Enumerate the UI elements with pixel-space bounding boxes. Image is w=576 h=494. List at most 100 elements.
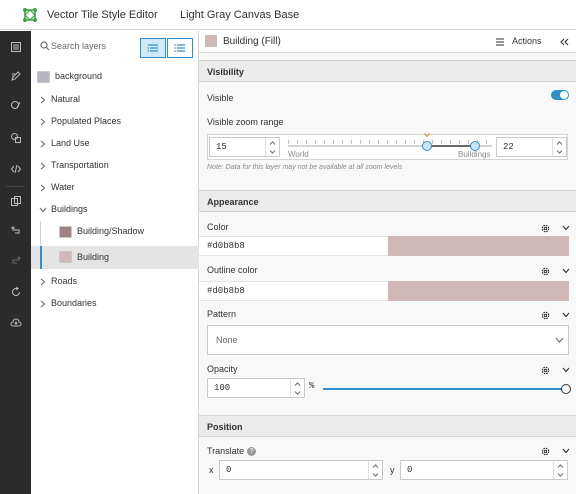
chevron-down-icon bbox=[269, 149, 276, 154]
layer-group-water[interactable]: Water bbox=[31, 177, 199, 199]
layer-label: Transportation bbox=[51, 160, 109, 170]
chevron-up-icon bbox=[557, 463, 564, 468]
layer-group-natural[interactable]: Natural bbox=[31, 89, 199, 111]
shapes-icon bbox=[10, 133, 21, 143]
min-zoom-input[interactable]: 15 bbox=[209, 137, 280, 157]
translate-x-stepper[interactable] bbox=[368, 461, 382, 479]
opacity-slider-track[interactable] bbox=[323, 388, 566, 390]
layer-item-building-shadow[interactable]: Building/Shadow bbox=[31, 221, 199, 243]
position-section-header: Position bbox=[199, 415, 576, 437]
chevron-down-icon[interactable] bbox=[562, 268, 570, 274]
layer-label: Boundaries bbox=[51, 298, 97, 308]
rail-save-button[interactable] bbox=[0, 309, 31, 337]
min-zoom-stepper[interactable] bbox=[265, 138, 279, 156]
menu-icon bbox=[496, 38, 504, 46]
section-title: Position bbox=[207, 422, 243, 432]
save-icon bbox=[10, 318, 21, 327]
collapse-panel-button[interactable] bbox=[551, 31, 576, 53]
layer-group-buildings[interactable]: Buildings bbox=[31, 199, 199, 221]
opacity-input[interactable]: 100 bbox=[207, 378, 305, 398]
layer-group-populated-places[interactable]: Populated Places bbox=[31, 111, 199, 133]
chevron-up-icon bbox=[294, 381, 301, 386]
rail-reset-button[interactable] bbox=[0, 278, 31, 306]
chevron-down-icon[interactable] bbox=[562, 367, 570, 373]
chevron-down-icon bbox=[294, 390, 301, 395]
rail-code-button[interactable] bbox=[0, 155, 31, 183]
layer-label: Land Use bbox=[51, 138, 90, 148]
rail-undo-button[interactable] bbox=[0, 216, 31, 244]
chevron-up-icon bbox=[556, 140, 563, 145]
max-zoom-stepper[interactable] bbox=[552, 138, 566, 156]
gear-icon[interactable] bbox=[540, 310, 551, 321]
chevron-right-icon bbox=[40, 140, 46, 148]
color-hex-value: #d0b8b8 bbox=[207, 241, 245, 251]
layer-group-land-use[interactable]: Land Use bbox=[31, 133, 199, 155]
translate-x-input[interactable]: 0 bbox=[219, 460, 383, 480]
max-zoom-input[interactable]: 22 bbox=[496, 137, 567, 157]
layer-label: Building bbox=[77, 252, 110, 262]
layer-swatch bbox=[37, 71, 50, 83]
pattern-value: None bbox=[216, 335, 238, 345]
min-zoom-value: 15 bbox=[216, 142, 227, 152]
layer-list-panel: background Natural Populated Places Land… bbox=[31, 31, 199, 494]
rail-copy-button[interactable] bbox=[0, 187, 31, 215]
color-field: #d0b8b8 bbox=[199, 236, 576, 256]
color-swatch[interactable] bbox=[388, 236, 569, 256]
selection-indicator bbox=[40, 246, 42, 269]
gear-icon[interactable] bbox=[540, 446, 551, 457]
color-hex-input[interactable]: #d0b8b8 bbox=[199, 236, 387, 256]
layer-item-building[interactable]: Building bbox=[31, 246, 199, 269]
view-nested-button[interactable] bbox=[140, 38, 166, 58]
rail-layers-button[interactable] bbox=[0, 33, 31, 61]
appearance-section-header: Appearance bbox=[199, 190, 576, 212]
chevron-down-icon bbox=[39, 207, 47, 213]
layer-item-background[interactable]: background bbox=[31, 66, 199, 88]
opacity-label: Opacity bbox=[207, 364, 238, 374]
chevron-right-icon bbox=[40, 118, 46, 126]
opacity-stepper[interactable] bbox=[290, 379, 304, 397]
outline-swatch[interactable] bbox=[388, 281, 569, 301]
layer-group-roads[interactable]: Roads bbox=[31, 271, 199, 293]
layer-group-boundaries[interactable]: Boundaries bbox=[31, 293, 199, 315]
rail-redo-button[interactable] bbox=[0, 246, 31, 274]
translate-x-value: 0 bbox=[226, 465, 232, 475]
layer-title: Building (Fill) bbox=[223, 36, 281, 47]
pattern-row-controls bbox=[540, 309, 570, 321]
chevron-right-icon bbox=[40, 162, 46, 170]
undo-icon bbox=[10, 226, 19, 234]
translate-y-input[interactable]: 0 bbox=[400, 460, 568, 480]
chevron-down-icon[interactable] bbox=[562, 448, 570, 454]
translate-y-label: y bbox=[390, 465, 395, 475]
view-flat-button[interactable] bbox=[167, 38, 193, 58]
pattern-select[interactable]: None bbox=[207, 325, 569, 355]
visible-toggle[interactable] bbox=[551, 90, 569, 100]
outline-row-controls bbox=[540, 265, 570, 277]
redo-icon bbox=[12, 256, 21, 264]
gear-icon[interactable] bbox=[540, 223, 551, 234]
min-zoom-handle[interactable] bbox=[422, 141, 433, 151]
zoom-range-label: Visible zoom range bbox=[207, 117, 284, 127]
help-icon[interactable]: ? bbox=[247, 447, 257, 457]
rail-quick-edit-button[interactable] bbox=[0, 91, 31, 119]
layer-color-swatch bbox=[205, 35, 217, 47]
actions-button[interactable]: Actions bbox=[485, 31, 549, 53]
chevron-down-icon[interactable] bbox=[562, 312, 570, 318]
layer-label: Roads bbox=[51, 276, 78, 286]
gear-icon[interactable] bbox=[540, 266, 551, 277]
chevron-down-icon bbox=[556, 149, 563, 154]
translate-y-stepper[interactable] bbox=[553, 461, 567, 479]
visible-label: Visible bbox=[207, 93, 234, 103]
chevron-down-icon[interactable] bbox=[562, 225, 570, 231]
double-chevron-left-icon bbox=[559, 38, 568, 46]
range-start-label: World bbox=[288, 150, 309, 159]
gear-icon[interactable] bbox=[540, 365, 551, 376]
opacity-slider-handle[interactable] bbox=[561, 384, 571, 394]
chevron-down-icon bbox=[557, 472, 564, 477]
outline-hex-input[interactable]: #d0b8b8 bbox=[199, 281, 387, 301]
outline-color-label: Outline color bbox=[207, 265, 258, 275]
layer-label: Building/Shadow bbox=[77, 226, 145, 236]
layer-group-transportation[interactable]: Transportation bbox=[31, 155, 199, 177]
rail-shapes-button[interactable] bbox=[0, 124, 31, 152]
rail-edit-button[interactable] bbox=[0, 62, 31, 90]
chevron-right-icon bbox=[40, 300, 46, 308]
